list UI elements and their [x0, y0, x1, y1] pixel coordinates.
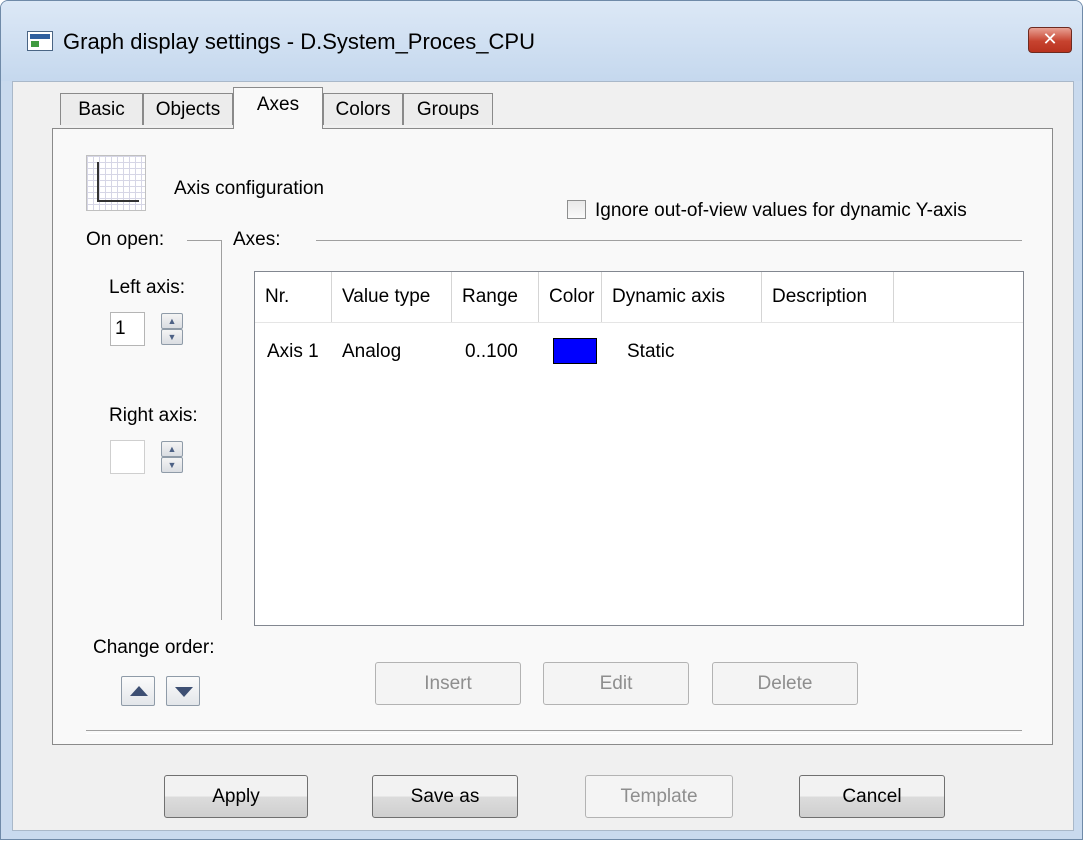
- save-as-button-label: Save as: [410, 786, 480, 807]
- axes-group-line: [316, 240, 1022, 241]
- close-button[interactable]: ✕: [1028, 27, 1072, 53]
- header-separator: [255, 322, 1023, 323]
- panel-separator: [86, 730, 1022, 734]
- on-open-group-divider: [221, 240, 222, 620]
- axis-grid-icon: [86, 155, 146, 211]
- apply-button[interactable]: Apply: [164, 775, 308, 818]
- move-up-button[interactable]: [121, 676, 155, 706]
- insert-button[interactable]: Insert: [375, 662, 521, 705]
- left-axis-spin-up[interactable]: ▲: [161, 313, 183, 329]
- right-axis-spin-down[interactable]: ▼: [161, 457, 183, 473]
- insert-button-label: Insert: [424, 673, 472, 694]
- move-down-button[interactable]: [166, 676, 200, 706]
- left-axis-label: Left axis:: [109, 277, 186, 298]
- change-order-label: Change order:: [93, 637, 215, 658]
- cell-dynamic-axis: Static: [627, 341, 675, 362]
- column-header-dynamic-axis[interactable]: Dynamic axis: [602, 272, 762, 322]
- cell-range: 0..100: [465, 341, 518, 362]
- column-header-description[interactable]: Description: [762, 272, 894, 322]
- column-header-nr[interactable]: Nr.: [255, 272, 332, 322]
- edit-button-label: Edit: [599, 673, 633, 694]
- cell-nr: Axis 1: [267, 341, 319, 362]
- on-open-group-line: [187, 240, 221, 241]
- window-title: Graph display settings - D.System_Proces…: [63, 29, 535, 54]
- ignore-out-of-view-checkbox[interactable]: [567, 200, 586, 219]
- arrow-up-icon: [130, 686, 148, 696]
- axes-table[interactable]: Nr. Value type Range Color Dynamic axis …: [254, 271, 1024, 626]
- tab-basic[interactable]: Basic: [60, 93, 143, 125]
- arrow-down-icon: [175, 687, 193, 697]
- tab-objects[interactable]: Objects: [143, 93, 233, 125]
- delete-button[interactable]: Delete: [712, 662, 858, 705]
- title-bar[interactable]: Graph display settings - D.System_Proces…: [1, 1, 1082, 81]
- right-axis-spin-up[interactable]: ▲: [161, 441, 183, 457]
- delete-button-label: Delete: [757, 673, 813, 694]
- app-icon: [27, 31, 53, 51]
- section-title: Axis configuration: [174, 178, 324, 199]
- on-open-label: On open:: [86, 229, 165, 250]
- tab-axes[interactable]: Axes: [233, 87, 323, 129]
- template-button[interactable]: Template: [585, 775, 733, 818]
- apply-button-label: Apply: [212, 786, 260, 807]
- save-as-button[interactable]: Save as: [372, 775, 518, 818]
- right-axis-input[interactable]: [110, 440, 145, 474]
- cell-value-type: Analog: [342, 341, 402, 362]
- close-icon: ✕: [1042, 29, 1058, 49]
- axes-group-label: Axes:: [233, 229, 281, 250]
- edit-button[interactable]: Edit: [543, 662, 689, 705]
- right-axis-label: Right axis:: [109, 405, 198, 426]
- left-axis-input[interactable]: 1: [110, 312, 145, 346]
- ignore-out-of-view-label: Ignore out-of-view values for dynamic Y-…: [595, 200, 967, 221]
- column-header-color[interactable]: Color: [539, 272, 602, 322]
- tab-colors[interactable]: Colors: [323, 93, 403, 125]
- left-axis-spin-down[interactable]: ▼: [161, 329, 183, 345]
- template-button-label: Template: [620, 786, 698, 807]
- cell-color-swatch: [553, 338, 597, 364]
- tab-groups[interactable]: Groups: [403, 93, 493, 125]
- cancel-button-label: Cancel: [842, 786, 902, 807]
- cancel-button[interactable]: Cancel: [799, 775, 945, 818]
- column-header-value-type[interactable]: Value type: [332, 272, 452, 322]
- column-header-range[interactable]: Range: [452, 272, 539, 322]
